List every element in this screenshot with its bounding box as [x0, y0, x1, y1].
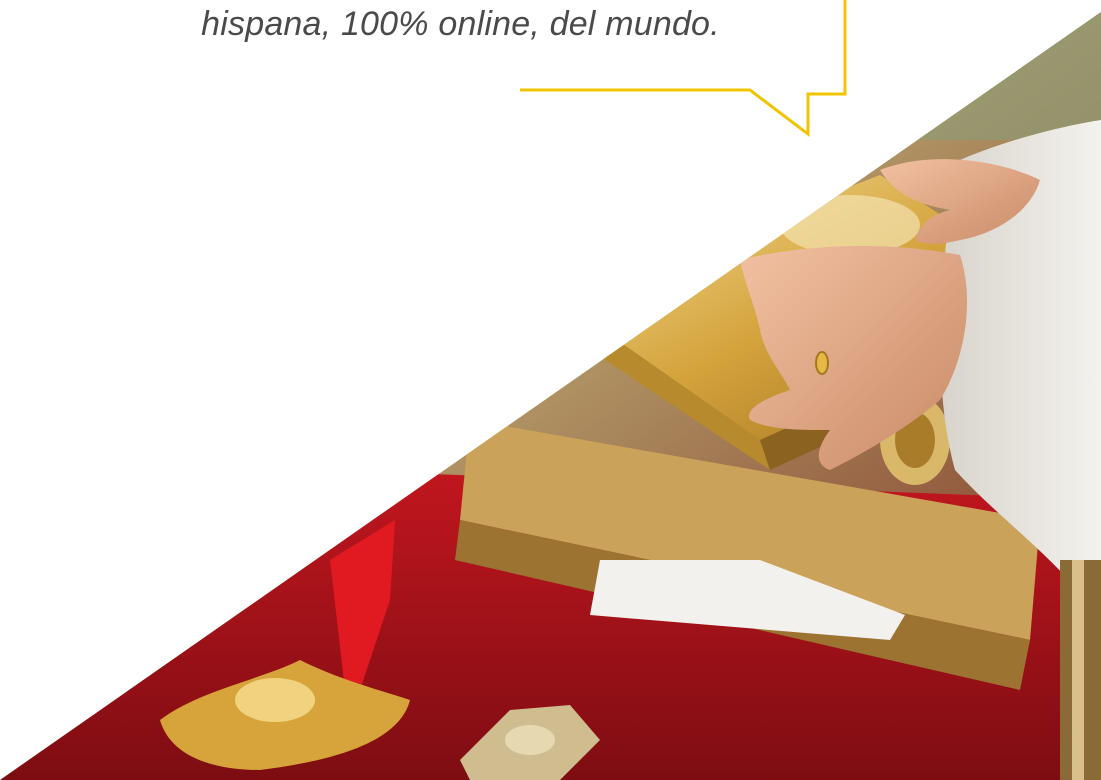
quote-text: hispana, 100% online, del mundo.	[201, 5, 720, 43]
hero-section: hispana, 100% online, del mundo.	[0, 0, 1101, 780]
